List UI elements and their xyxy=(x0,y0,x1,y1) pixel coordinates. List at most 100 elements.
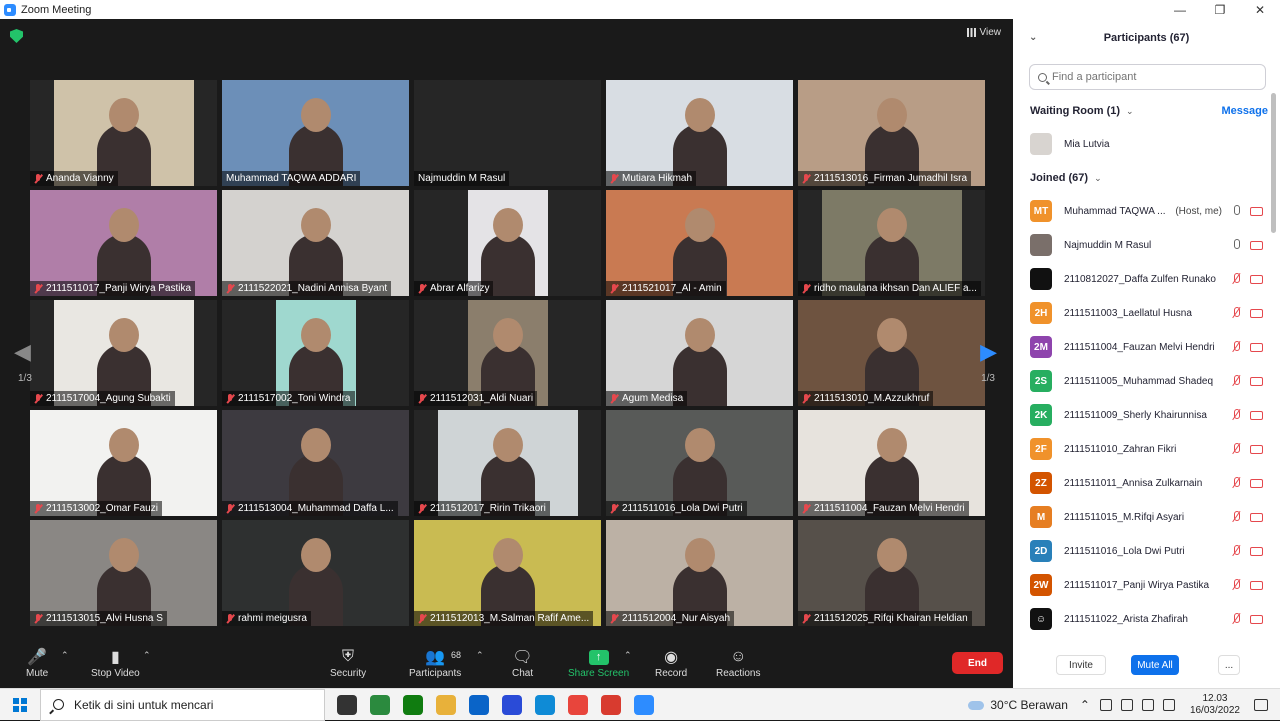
message-waiting-room-link[interactable]: Message xyxy=(1222,105,1268,117)
video-tile[interactable]: 2111522021_Nadini Annisa Byant xyxy=(222,190,409,296)
video-tile[interactable]: 2111512017_Ririn Trikaori xyxy=(414,410,601,516)
video-tile[interactable]: 2111513002_Omar Fauzi xyxy=(30,410,217,516)
collapse-chevron-icon[interactable]: ⌄ xyxy=(1029,32,1037,43)
joined-header[interactable]: Joined (67) ⌄ xyxy=(1030,172,1102,184)
notification-icon[interactable] xyxy=(1254,699,1268,711)
muted-mic-icon[interactable] xyxy=(1230,612,1242,626)
security-button[interactable]: ⛨ Security xyxy=(330,646,366,679)
waiting-room-header[interactable]: Waiting Room (1) ⌄ xyxy=(1030,105,1134,117)
video-tile[interactable]: 2111512025_Rifqi Khairan Heldian xyxy=(798,520,985,626)
microphone-icon[interactable] xyxy=(1230,204,1242,218)
next-page-arrow-icon[interactable]: ▶ xyxy=(980,339,997,365)
share-screen-button[interactable]: ↑ Share Screen xyxy=(568,646,629,679)
battery-icon[interactable] xyxy=(1162,699,1175,711)
share-options-chevron-icon[interactable]: ⌃ xyxy=(624,650,632,661)
muted-mic-icon[interactable] xyxy=(1230,544,1242,558)
reactions-button[interactable]: ☺ Reactions xyxy=(716,646,760,679)
video-tile[interactable]: 2111513010_M.Azzukhruf xyxy=(798,300,985,406)
participant-row[interactable]: M 2111511015_M.Rifqi Asyari xyxy=(1030,500,1263,534)
more-options-button[interactable]: ... xyxy=(1218,655,1240,675)
participants-button[interactable]: 👥 68 Participants xyxy=(409,646,461,679)
taskbar-app-icon[interactable] xyxy=(601,694,621,715)
stop-video-button[interactable]: ▮ Stop Video xyxy=(91,646,140,679)
muted-mic-icon[interactable] xyxy=(1230,374,1242,388)
encryption-shield-icon[interactable] xyxy=(10,29,23,43)
participant-search-input[interactable] xyxy=(1052,71,1252,83)
participant-row[interactable]: Mia Lutvia xyxy=(1030,127,1263,161)
view-button[interactable]: View xyxy=(966,27,1001,38)
video-tile[interactable]: 2111517004_Agung Subakti xyxy=(30,300,217,406)
video-off-icon[interactable] xyxy=(1250,274,1263,284)
minimize-icon[interactable]: — xyxy=(1160,0,1200,19)
chevron-up-icon[interactable]: ⌃ xyxy=(1080,698,1090,712)
taskbar-app-icon[interactable] xyxy=(502,694,522,715)
video-tile[interactable]: 2111512031_Aldi Nuari xyxy=(414,300,601,406)
video-tile[interactable]: rahmi meigusra xyxy=(222,520,409,626)
video-tile[interactable]: 2111511017_Panji Wirya Pastika xyxy=(30,190,217,296)
muted-mic-icon[interactable] xyxy=(1230,340,1242,354)
video-tile[interactable]: 2111521017_Al - Amin xyxy=(606,190,793,296)
video-tile[interactable]: 2111513016_Firman Jumadhil Isra xyxy=(798,80,985,186)
video-tile[interactable]: Mutiara Hikmah xyxy=(606,80,793,186)
video-tile[interactable]: 2111513004_Muhammad Daffa L... xyxy=(222,410,409,516)
speaker-icon[interactable] xyxy=(1141,699,1154,711)
microphone-tray-icon[interactable] xyxy=(1099,699,1112,711)
taskbar-app-icon[interactable] xyxy=(469,694,489,715)
end-meeting-button[interactable]: End xyxy=(952,652,1003,674)
taskbar-app-icon[interactable] xyxy=(568,694,588,715)
mute-all-button[interactable]: Mute All xyxy=(1131,655,1179,675)
taskbar-app-icon[interactable] xyxy=(370,694,390,715)
participant-row[interactable]: 2W 2111511017_Panji Wirya Pastika xyxy=(1030,568,1263,602)
video-off-icon[interactable] xyxy=(1250,206,1263,216)
record-button[interactable]: ◉ Record xyxy=(655,646,687,679)
participant-row[interactable]: 2K 2111511009_Sherly Khairunnisa xyxy=(1030,398,1263,432)
video-tile[interactable]: 2111513015_Alvi Husna S xyxy=(30,520,217,626)
video-tile[interactable]: ridho maulana ikhsan Dan ALIEF a... xyxy=(798,190,985,296)
video-off-icon[interactable] xyxy=(1250,308,1263,318)
taskbar-app-icon[interactable] xyxy=(337,694,357,715)
muted-mic-icon[interactable] xyxy=(1230,408,1242,422)
close-icon[interactable]: ✕ xyxy=(1240,0,1280,19)
video-tile[interactable]: 2111517002_Toni Windra xyxy=(222,300,409,406)
video-off-icon[interactable] xyxy=(1250,512,1263,522)
video-tile[interactable]: Agum Medisa xyxy=(606,300,793,406)
video-tile[interactable]: Ananda Vianny xyxy=(30,80,217,186)
participant-row[interactable]: Najmuddin M Rasul xyxy=(1030,228,1263,262)
participant-row[interactable]: 2Z 2111511011_Annisa Zulkarnain xyxy=(1030,466,1263,500)
mute-button[interactable]: 🎤 Mute xyxy=(26,646,48,679)
taskbar-app-icon[interactable] xyxy=(436,694,456,715)
video-tile[interactable]: 2111512013_M.Salman Rafif Ame... xyxy=(414,520,601,626)
video-off-icon[interactable] xyxy=(1250,376,1263,386)
taskbar-app-icon[interactable] xyxy=(403,694,423,715)
prev-page-arrow-icon[interactable]: ◀ xyxy=(14,339,31,365)
chat-button[interactable]: 🗨 Chat xyxy=(512,646,533,679)
video-off-icon[interactable] xyxy=(1250,614,1263,624)
participant-row[interactable]: 2D 2111511016_Lola Dwi Putri xyxy=(1030,534,1263,568)
start-button[interactable] xyxy=(0,689,40,721)
participant-row[interactable]: 2S 2111511005_Muhammad Shadeq xyxy=(1030,364,1263,398)
participant-row[interactable]: 2F 2111511010_Zahran Fikri xyxy=(1030,432,1263,466)
participant-search[interactable] xyxy=(1029,64,1266,90)
video-off-icon[interactable] xyxy=(1250,342,1263,352)
network-icon[interactable] xyxy=(1120,699,1133,711)
participant-list-scrollbar[interactable] xyxy=(1271,93,1276,233)
muted-mic-icon[interactable] xyxy=(1230,578,1242,592)
video-off-icon[interactable] xyxy=(1250,478,1263,488)
video-tile[interactable]: Muhammad TAQWA ADDARI xyxy=(222,80,409,186)
muted-mic-icon[interactable] xyxy=(1230,510,1242,524)
taskbar-app-icon[interactable] xyxy=(634,694,654,715)
video-tile[interactable]: 2111511004_Fauzan Melvi Hendri xyxy=(798,410,985,516)
muted-mic-icon[interactable] xyxy=(1230,272,1242,286)
taskbar-app-icon[interactable] xyxy=(535,694,555,715)
video-tile[interactable]: Najmuddin M Rasul xyxy=(414,80,601,186)
participant-row[interactable]: 2M 2111511004_Fauzan Melvi Hendri xyxy=(1030,330,1263,364)
participant-row[interactable]: 2110812027_Daffa Zulfen Runako xyxy=(1030,262,1263,296)
audio-options-chevron-icon[interactable]: ⌃ xyxy=(61,650,69,661)
clock[interactable]: 12.03 16/03/2022 xyxy=(1190,693,1240,717)
video-off-icon[interactable] xyxy=(1250,410,1263,420)
participants-options-chevron-icon[interactable]: ⌃ xyxy=(476,650,484,661)
invite-button[interactable]: Invite xyxy=(1056,655,1106,675)
video-tile[interactable]: 2111511016_Lola Dwi Putri xyxy=(606,410,793,516)
video-options-chevron-icon[interactable]: ⌃ xyxy=(143,650,151,661)
maximize-icon[interactable]: ❐ xyxy=(1200,0,1240,19)
